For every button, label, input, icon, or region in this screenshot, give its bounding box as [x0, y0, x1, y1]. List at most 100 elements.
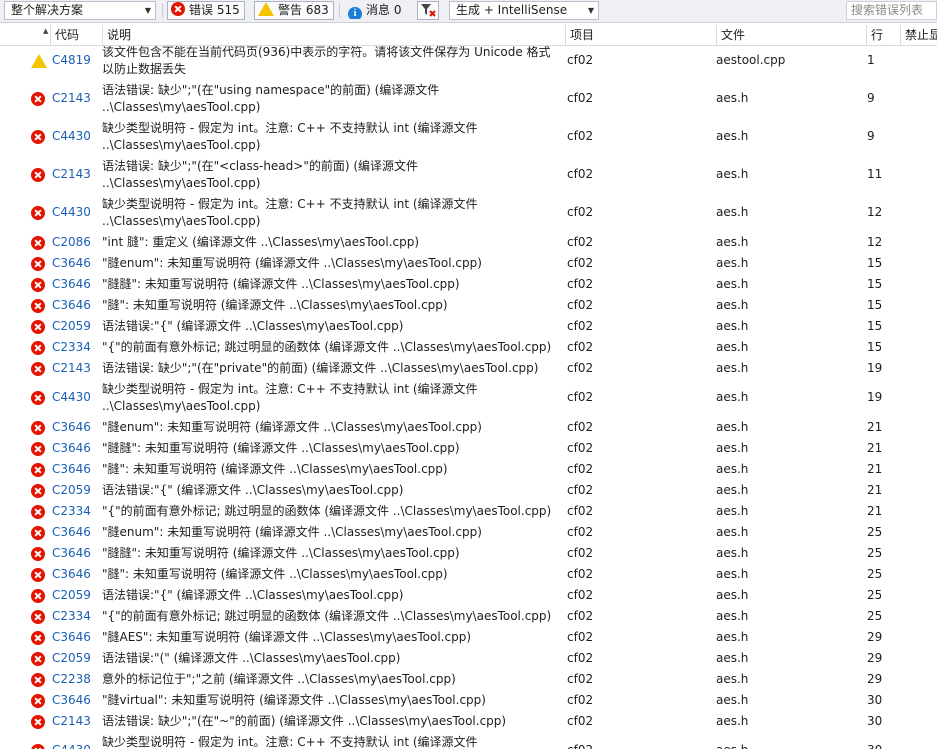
error-list-row[interactable]: C4430 缺少类型说明符 - 假定为 int。注意: C++ 不支持默认 int…	[0, 194, 937, 232]
error-line: 15	[867, 340, 883, 354]
error-list-row[interactable]: C2334 "{"的前面有意外标记; 跳过明显的函数体 (编译源文件 ..\Cla…	[0, 606, 937, 627]
toolbar-divider	[339, 3, 340, 18]
error-list-row[interactable]: C4819 该文件包含不能在当前代码页(936)中表示的字符。请将该文件保存为 U…	[0, 46, 937, 80]
error-code-link[interactable]: C2059	[52, 651, 91, 665]
error-code-link[interactable]: C2334	[52, 340, 91, 354]
error-code-link[interactable]: C4430	[52, 390, 91, 404]
error-file: aes.h	[716, 167, 749, 181]
column-header-file[interactable]: 文件	[716, 25, 866, 45]
error-code-link[interactable]: C2143	[52, 91, 91, 105]
error-code-link[interactable]: C2059	[52, 588, 91, 602]
error-list-row[interactable]: C2143 语法错误: 缺少";"(在"using namespace"的前面) …	[0, 80, 937, 118]
error-list-row[interactable]: C2238 意外的标记位于";"之前 (编译源文件 ..\Classes\my\a…	[0, 669, 937, 690]
error-code-link[interactable]: C2059	[52, 483, 91, 497]
error-list-row[interactable]: C3646 "膖virtual": 未知重写说明符 (编译源文件 ..\Class…	[0, 690, 937, 711]
error-code-link[interactable]: C2086	[52, 235, 91, 249]
filter-button[interactable]	[417, 1, 439, 20]
error-file: aes.h	[716, 672, 749, 686]
search-error-list-input[interactable]: 搜索错误列表	[846, 1, 937, 20]
error-file: aes.h	[716, 129, 749, 143]
error-code-link[interactable]: C2143	[52, 361, 91, 375]
error-code-link[interactable]: C4430	[52, 129, 91, 143]
error-description: 语法错误: 缺少";"(在"private"的前面) (编译源文件 ..\Cla…	[102, 361, 539, 375]
error-icon	[31, 236, 45, 250]
error-list-row[interactable]: C2059 语法错误:"{" (编译源文件 ..\Classes\my\aesTo…	[0, 585, 937, 606]
error-list-row[interactable]: C2059 语法错误:"{" (编译源文件 ..\Classes\my\aesTo…	[0, 316, 937, 337]
error-list-row[interactable]: C3646 "膖膖": 未知重写说明符 (编译源文件 ..\Classes\my\…	[0, 543, 937, 564]
error-list-row[interactable]: C3646 "膖": 未知重写说明符 (编译源文件 ..\Classes\my\a…	[0, 564, 937, 585]
error-file: aes.h	[716, 483, 749, 497]
warnings-filter-button[interactable]: 警告 683	[254, 1, 334, 20]
column-header-project[interactable]: 项目	[565, 25, 716, 45]
error-description: 意外的标记位于";"之前 (编译源文件 ..\Classes\my\aesToo…	[102, 672, 456, 686]
warnings-filter-label: 警告 683	[278, 3, 329, 17]
error-code-link[interactable]: C4430	[52, 743, 91, 749]
error-list-row[interactable]: C3646 "膖膖": 未知重写说明符 (编译源文件 ..\Classes\my\…	[0, 274, 937, 295]
error-file: aes.h	[716, 651, 749, 665]
error-list-row[interactable]: C2334 "{"的前面有意外标记; 跳过明显的函数体 (编译源文件 ..\Cla…	[0, 501, 937, 522]
errors-filter-button[interactable]: 错误 515	[167, 1, 245, 20]
error-code-link[interactable]: C2143	[52, 714, 91, 728]
error-list-row[interactable]: C2086 "int 膖": 重定义 (编译源文件 ..\Classes\my\a…	[0, 232, 937, 253]
error-list-row[interactable]: C2143 语法错误: 缺少";"(在"private"的前面) (编译源文件 .…	[0, 358, 937, 379]
error-list-row[interactable]: C2143 语法错误: 缺少";"(在"~"的前面) (编译源文件 ..\Clas…	[0, 711, 937, 732]
messages-filter-button[interactable]: i 消息 0	[344, 1, 410, 20]
error-file: aes.h	[716, 588, 749, 602]
error-code-link[interactable]: C4430	[52, 205, 91, 219]
error-project: cf02	[567, 743, 593, 749]
error-code-link[interactable]: C3646	[52, 420, 91, 434]
error-code-link[interactable]: C3646	[52, 277, 91, 291]
column-header-line[interactable]: 行	[866, 25, 900, 45]
error-description: 语法错误:"{" (编译源文件 ..\Classes\my\aesTool.cp…	[102, 588, 404, 602]
error-file: aes.h	[716, 441, 749, 455]
error-project: cf02	[567, 609, 594, 623]
error-project: cf02	[567, 651, 594, 665]
error-list-row[interactable]: C2334 "{"的前面有意外标记; 跳过明显的函数体 (编译源文件 ..\Cla…	[0, 337, 937, 358]
error-project: cf02	[567, 361, 594, 375]
error-list-row[interactable]: C2059 语法错误:"(" (编译源文件 ..\Classes\my\aesTo…	[0, 648, 937, 669]
error-list-row[interactable]: C4430 缺少类型说明符 - 假定为 int。注意: C++ 不支持默认 int…	[0, 379, 937, 417]
error-list-row[interactable]: C3646 "膖": 未知重写说明符 (编译源文件 ..\Classes\my\a…	[0, 459, 937, 480]
error-code-link[interactable]: C2059	[52, 319, 91, 333]
error-list-row[interactable]: C3646 "膖enum": 未知重写说明符 (编译源文件 ..\Classes\…	[0, 417, 937, 438]
error-file: aes.h	[716, 91, 749, 105]
error-code-link[interactable]: C2334	[52, 609, 91, 623]
error-code-link[interactable]: C2143	[52, 167, 91, 181]
error-list-row[interactable]: C2059 语法错误:"{" (编译源文件 ..\Classes\my\aesTo…	[0, 480, 937, 501]
column-header-suppress[interactable]: 禁止显	[900, 25, 937, 45]
error-code-link[interactable]: C3646	[52, 298, 91, 312]
error-code-link[interactable]: C3646	[52, 441, 91, 455]
column-header-category[interactable]	[0, 25, 28, 45]
error-project: cf02	[567, 546, 594, 560]
error-code-link[interactable]: C3646	[52, 525, 91, 539]
error-line: 21	[867, 441, 883, 455]
error-list-row[interactable]: C3646 "膖enum": 未知重写说明符 (编译源文件 ..\Classes\…	[0, 522, 937, 543]
error-code-link[interactable]: C3646	[52, 546, 91, 560]
error-list-row[interactable]: C3646 "膖膖": 未知重写说明符 (编译源文件 ..\Classes\my\…	[0, 438, 937, 459]
error-list-row[interactable]: C3646 "膖": 未知重写说明符 (编译源文件 ..\Classes\my\a…	[0, 295, 937, 316]
error-code-link[interactable]: C2334	[52, 504, 91, 518]
error-project: cf02	[567, 129, 594, 143]
error-icon	[31, 278, 45, 292]
error-list-row[interactable]: C4430 缺少类型说明符 - 假定为 int。注意: C++ 不支持默认 int…	[0, 118, 937, 156]
column-header-code[interactable]: 代码	[50, 25, 102, 45]
error-list-row[interactable]: C3646 "膖AES": 未知重写说明符 (编译源文件 ..\Classes\m…	[0, 627, 937, 648]
error-code-link[interactable]: C3646	[52, 630, 91, 644]
error-code-link[interactable]: C4819	[52, 53, 91, 67]
column-header-description[interactable]: 说明	[102, 25, 565, 45]
build-source-combo[interactable]: 生成 + IntelliSense ▼	[449, 1, 599, 20]
error-line: 15	[867, 256, 883, 270]
error-file: aes.h	[716, 298, 749, 312]
error-code-link[interactable]: C3646	[52, 693, 91, 707]
error-code-link[interactable]: C3646	[52, 462, 91, 476]
scope-combo[interactable]: 整个解决方案 ▼	[4, 1, 156, 20]
error-code-link[interactable]: C3646	[52, 567, 91, 581]
error-list-row[interactable]: C4430 缺少类型说明符 - 假定为 int。注意: C++ 不支持默认 int…	[0, 732, 937, 749]
error-code-link[interactable]: C2238	[52, 672, 91, 686]
error-line: 19	[867, 390, 883, 404]
error-line: 21	[867, 420, 883, 434]
error-list-row[interactable]: C3646 "膖enum": 未知重写说明符 (编译源文件 ..\Classes\…	[0, 253, 937, 274]
error-project: cf02	[567, 298, 594, 312]
error-code-link[interactable]: C3646	[52, 256, 91, 270]
error-list-row[interactable]: C2143 语法错误: 缺少";"(在"<class-head>"的前面) (编译…	[0, 156, 937, 194]
